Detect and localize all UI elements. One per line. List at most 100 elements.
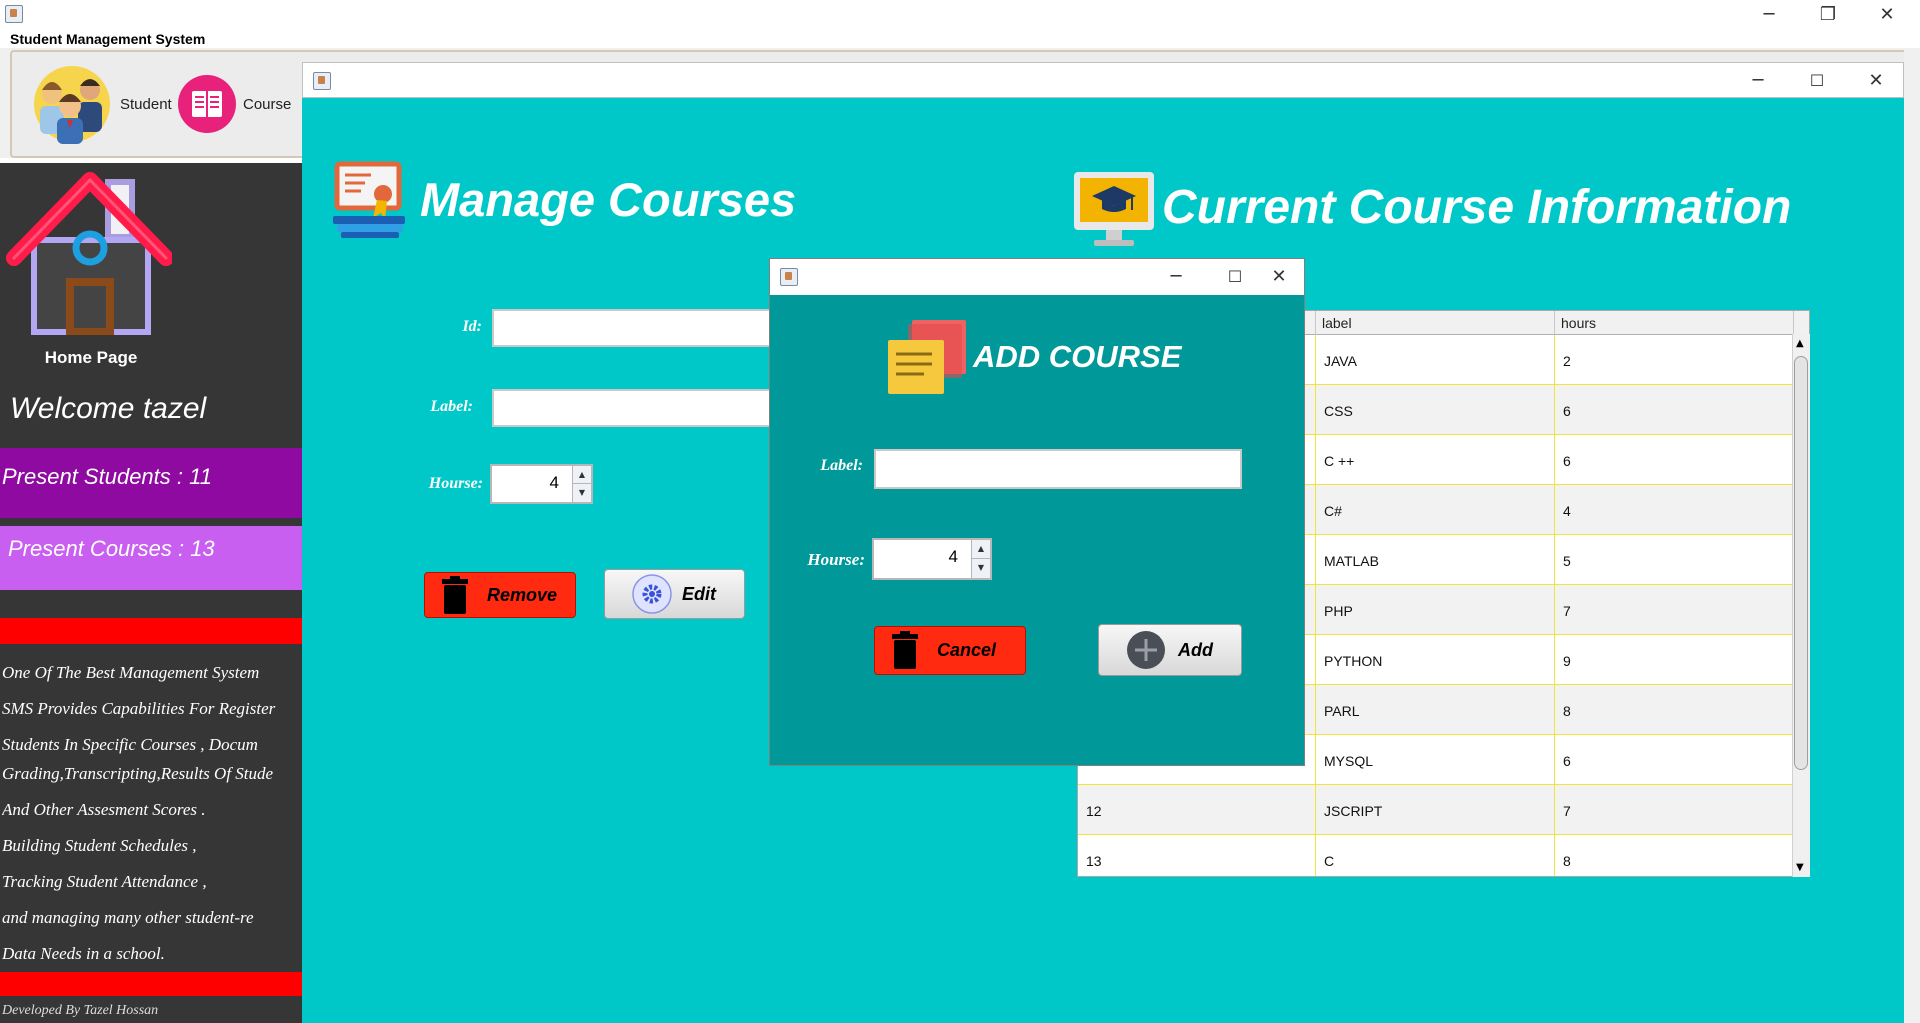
table-cell-label: JSCRIPT (1316, 785, 1555, 835)
java-app-icon (780, 268, 798, 286)
table-cell-hours: 8 (1555, 835, 1794, 876)
main-titlebar: ─ ❐ ✕ (0, 0, 1920, 29)
toolbar-student-button[interactable]: Student (30, 64, 172, 144)
toolbar-student-label: Student (120, 95, 172, 113)
dialog-close-button[interactable]: ✕ (1256, 264, 1302, 288)
spinner-up-icon[interactable]: ▲ (972, 540, 990, 559)
home-page-label[interactable]: Home Page (0, 348, 182, 368)
restore-button[interactable]: ❐ (1805, 2, 1851, 26)
cancel-button[interactable]: Cancel (874, 626, 1026, 675)
table-cell-label: PARL (1316, 685, 1555, 735)
plus-circle-icon (1127, 631, 1165, 669)
dialog-spinner-arrows[interactable]: ▲ ▼ (971, 540, 990, 578)
dialog-label-input[interactable] (874, 449, 1242, 489)
label-label: Label: (430, 398, 473, 415)
spinner-down-icon[interactable]: ▼ (972, 559, 990, 578)
table-cell-hours: 7 (1555, 585, 1794, 635)
add-button[interactable]: Add (1098, 624, 1242, 676)
students-icon (34, 66, 110, 144)
description-line: Grading,Transcripting,Results Of Stude (2, 764, 274, 783)
present-courses-banner: Present Courses : 13 (0, 526, 302, 590)
dialog-hours-spinner[interactable]: 4 ▲ ▼ (872, 538, 992, 580)
toolbar-course-button[interactable]: Course (177, 74, 291, 134)
table-cell-hours: 4 (1555, 485, 1794, 535)
hours-spinner-arrows[interactable]: ▲ ▼ (572, 466, 591, 502)
dialog-titlebar: ─ ☐ ✕ (770, 259, 1304, 295)
description-line: Data Needs in a school. (2, 944, 165, 963)
label-input[interactable] (492, 389, 772, 427)
cancel-button-label: Cancel (937, 640, 997, 660)
dialog-minimize-button[interactable]: ─ (1153, 264, 1199, 288)
description-line: and managing many other student-re (2, 908, 254, 927)
developer-credit: Developed By Tazel Hossan (2, 1003, 159, 1018)
table-cell-label: PHP (1316, 585, 1555, 635)
table-cell-label: PYTHON (1316, 635, 1555, 685)
hours-label: Hourse: (428, 475, 483, 492)
dialog-maximize-button[interactable]: ☐ (1212, 264, 1258, 288)
hours-spinner-value: 4 (549, 473, 559, 492)
column-header-corner (1794, 311, 1809, 335)
child-window-titlebar: ─ ☐ ✕ (302, 62, 1904, 98)
spinner-up-icon[interactable]: ▲ (573, 466, 591, 484)
child-close-button[interactable]: ✕ (1853, 68, 1899, 92)
table-cell-label: C# (1316, 485, 1555, 535)
close-button[interactable]: ✕ (1864, 2, 1910, 26)
table-cell-label: MATLAB (1316, 535, 1555, 585)
table-cell-hours: 6 (1555, 435, 1794, 485)
trash-icon (892, 631, 918, 669)
table-cell-hours: 8 (1555, 685, 1794, 735)
divider-red-top (0, 618, 302, 644)
table-cell-label: JAVA (1316, 335, 1555, 385)
table-cell-label: MYSQL (1316, 735, 1555, 785)
description-line: One Of The Best Management System (2, 663, 260, 682)
id-input[interactable] (492, 309, 772, 347)
toolbar-course-label: Course (243, 95, 292, 113)
table-cell-id: 13 (1078, 835, 1316, 876)
table-row[interactable]: 12 JSCRIPT 7 (1078, 785, 1794, 835)
trash-icon (442, 576, 468, 614)
hours-spinner[interactable]: 4 ▲ ▼ (490, 464, 593, 504)
description-line: Students In Specific Courses , Docum (2, 735, 258, 754)
remove-button-label: Remove (487, 584, 558, 605)
description-line: SMS Provides Capabilities For Register (2, 699, 276, 718)
description-line: Building Student Schedules , (2, 836, 197, 855)
edit-button[interactable]: Edit (604, 569, 745, 619)
table-cell-hours: 9 (1555, 635, 1794, 685)
java-app-icon (5, 5, 23, 23)
table-cell-hours: 6 (1555, 735, 1794, 785)
edit-button-label: Edit (682, 583, 716, 604)
spinner-down-icon[interactable]: ▼ (573, 484, 591, 502)
column-header-label[interactable]: label (1316, 311, 1555, 335)
table-row[interactable]: 13 C 8 (1078, 835, 1794, 876)
table-cell-label: CSS (1316, 385, 1555, 435)
scrollbar-thumb[interactable] (1794, 356, 1808, 770)
table-cell-hours: 7 (1555, 785, 1794, 835)
table-cell-label: C (1316, 835, 1555, 876)
column-header-hours[interactable]: hours (1555, 311, 1794, 335)
child-maximize-button[interactable]: ☐ (1794, 68, 1840, 92)
welcome-text: Welcome tazel (10, 392, 207, 425)
scroll-down-icon[interactable]: ▼ (1796, 862, 1804, 873)
home-icon[interactable] (4, 170, 172, 335)
present-students-banner: Present Students : 11 (0, 448, 302, 518)
add-button-label: Add (1178, 639, 1213, 660)
app-title: Student Management System (10, 31, 206, 47)
divider-red-bottom (0, 972, 302, 996)
minimize-button[interactable]: ─ (1746, 2, 1792, 26)
table-cell-id: 12 (1078, 785, 1316, 835)
manage-courses-title: Manage Courses (420, 173, 797, 226)
description-line: And Other Assesment Scores . (2, 800, 206, 819)
description-line: Tracking Student Attendance , (2, 872, 207, 891)
table-cell-hours: 2 (1555, 335, 1794, 385)
table-cell-label: C ++ (1316, 435, 1555, 485)
remove-button[interactable]: Remove (424, 572, 576, 618)
child-minimize-button[interactable]: ─ (1735, 68, 1781, 92)
table-cell-hours: 6 (1555, 385, 1794, 435)
gear-icon (632, 574, 672, 614)
certificate-icon (333, 161, 405, 238)
sticky-notes-icon (888, 320, 966, 394)
id-label: Id: (462, 318, 482, 335)
table-cell-hours: 5 (1555, 535, 1794, 585)
add-course-title: ADD COURSE (973, 339, 1182, 374)
scroll-up-icon[interactable]: ▲ (1796, 338, 1804, 349)
